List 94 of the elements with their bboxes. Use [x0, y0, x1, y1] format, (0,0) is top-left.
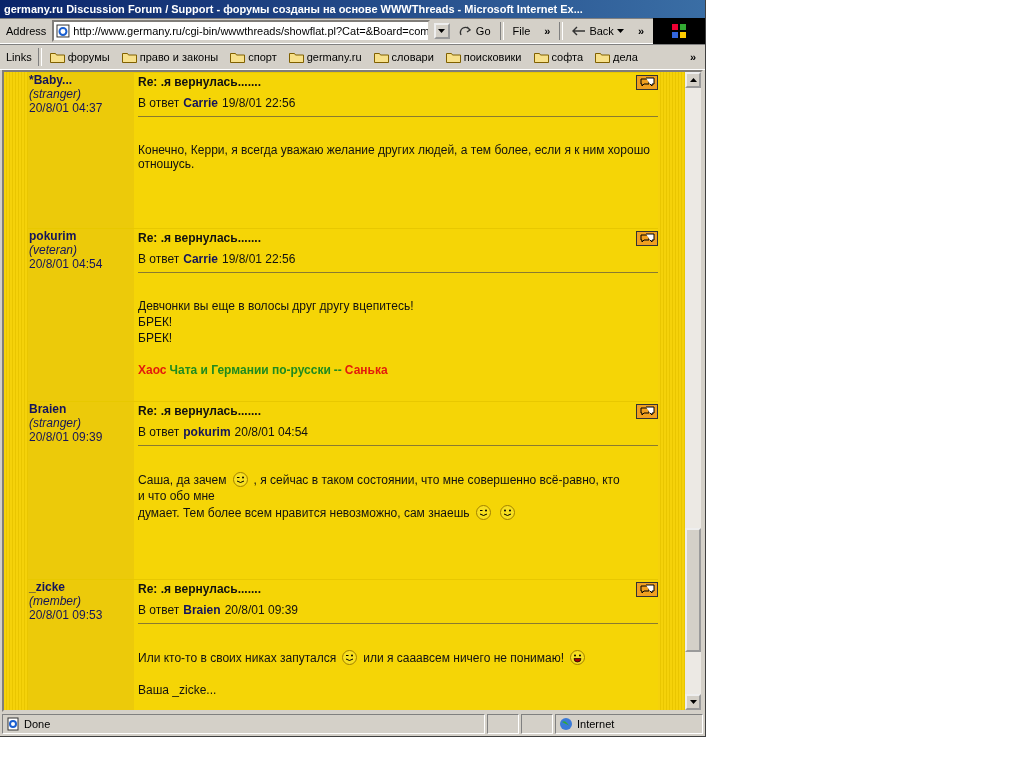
author-name[interactable]: *Baby...	[29, 73, 134, 87]
scroll-down-button[interactable]	[685, 694, 701, 710]
reply-label: В ответ	[138, 603, 180, 617]
scroll-thumb[interactable]	[685, 528, 701, 652]
link-item[interactable]: спорт	[226, 51, 281, 63]
status-text: Done	[24, 718, 51, 730]
reply-button[interactable]	[636, 404, 658, 419]
folder-icon	[121, 51, 137, 63]
winking-smiley-icon	[475, 505, 491, 520]
message-text: Саша, да зачем	[138, 472, 227, 487]
reply-label: В ответ	[138, 96, 180, 110]
speech-bubble-icon	[639, 584, 655, 595]
status-pane	[487, 714, 519, 734]
folder-icon	[49, 51, 65, 63]
reply-date: 19/8/01 22:56	[221, 96, 296, 110]
window-title: germany.ru Discussion Forum / Support - форумы созданы на основе WWWThreads - Microsoft Internet Ex...	[0, 0, 705, 18]
signature-text: Чата и Германии по-русски	[169, 363, 331, 377]
zone-text: Internet	[577, 718, 615, 730]
status-pane	[521, 714, 553, 734]
speech-bubble-icon	[639, 406, 655, 417]
speech-bubble-icon	[639, 233, 655, 244]
reply-label: В ответ	[138, 425, 180, 439]
reply-date: 20/8/01 04:54	[234, 425, 308, 439]
winking-smiley-icon	[342, 650, 358, 665]
folder-icon	[445, 51, 461, 63]
post-subject: Re: .я вернулась.......	[138, 75, 261, 89]
grinning-smiley-icon	[570, 650, 586, 665]
arrow-icon	[458, 25, 473, 37]
caret-icon	[438, 29, 446, 33]
scroll-up-button[interactable]	[685, 72, 701, 88]
speech-bubble-icon	[639, 77, 655, 88]
author-rank: (member)	[29, 594, 82, 608]
scrollbar[interactable]	[685, 72, 701, 710]
winking-smiley-icon	[232, 472, 248, 487]
author-rank: (veteran)	[29, 243, 79, 257]
message-text: , я сейчас в таком состоянии, что мне совершенно всё-равно, кто	[253, 472, 620, 487]
message-text: и что обо мне	[138, 489, 215, 503]
message-text: БРЕК!	[138, 315, 173, 329]
post-date: 20/8/01 04:37	[29, 101, 104, 115]
signature-text: --	[333, 363, 342, 377]
signature-text: Хаос	[138, 363, 167, 377]
folder-icon	[230, 51, 246, 63]
reply-button[interactable]	[636, 231, 658, 246]
folder-icon	[288, 51, 304, 63]
reply-author-link[interactable]: Carrie	[183, 252, 218, 266]
smiley-icon	[499, 505, 515, 520]
link-item[interactable]: germany.ru	[284, 51, 366, 63]
post-date: 20/8/01 09:53	[29, 608, 104, 622]
reply-author-link[interactable]: pokurim	[183, 425, 231, 439]
link-item[interactable]: софта	[529, 51, 588, 63]
message-text: БРЕК!	[138, 331, 173, 345]
address-label: Address	[5, 25, 48, 37]
reply-button[interactable]	[636, 582, 658, 597]
message-text: думает. Тем более всем нравится невозможно, сам знаешь	[138, 505, 470, 520]
caret-icon	[689, 700, 697, 704]
caret-icon	[689, 78, 697, 82]
caret-icon	[616, 29, 624, 33]
link-item[interactable]: поисковики	[441, 51, 526, 63]
post-date: 20/8/01 09:39	[29, 430, 104, 444]
reply-author-link[interactable]: Carrie	[183, 96, 218, 110]
author-rank: (stranger)	[29, 87, 82, 101]
reply-date: 19/8/01 22:56	[221, 252, 296, 266]
link-item[interactable]: право и законы	[117, 51, 223, 63]
message-text: Конечно, Керри, я всегда уважаю желание других людей, а тем более, если я к ним хорошо отношусь.	[138, 143, 651, 171]
flag-icon	[671, 23, 687, 39]
reply-author-link[interactable]: Braien	[183, 603, 221, 617]
post-date: 20/8/01 04:54	[29, 257, 104, 271]
author-rank: (stranger)	[29, 416, 82, 430]
page-icon	[6, 717, 20, 731]
globe-icon	[559, 717, 573, 731]
author-name[interactable]: _zicke	[29, 580, 134, 594]
message-text: или я сааавсем ничего не понимаю!	[363, 650, 565, 665]
links-label: Links	[5, 51, 33, 63]
post-subject: Re: .я вернулась.......	[138, 404, 261, 418]
reply-label: В ответ	[138, 252, 180, 266]
post-subject: Re: .я вернулась.......	[138, 231, 261, 245]
post-subject: Re: .я вернулась.......	[138, 582, 261, 596]
page-icon	[56, 24, 71, 38]
message-text: Девчонки вы еще в волосы друг другу вцепитесь!	[138, 299, 414, 313]
link-item[interactable]: форумы	[45, 51, 114, 63]
folder-icon	[373, 51, 389, 63]
author-name[interactable]: pokurim	[29, 229, 134, 243]
dropdown-button[interactable]	[433, 23, 450, 39]
link-item[interactable]: дела	[591, 51, 642, 63]
folder-icon	[595, 51, 611, 63]
reply-button[interactable]	[636, 75, 658, 90]
folder-icon	[533, 51, 549, 63]
link-item[interactable]: словари	[369, 51, 438, 63]
signature-text: Санька	[344, 363, 388, 377]
message-text: Ваша _zicke...	[138, 683, 217, 697]
back-arrow-icon	[572, 26, 587, 36]
author-name[interactable]: Braien	[29, 402, 134, 416]
reply-date: 20/8/01 09:39	[224, 603, 299, 617]
message-text: Или кто-то в своих никах запутался	[138, 650, 337, 665]
